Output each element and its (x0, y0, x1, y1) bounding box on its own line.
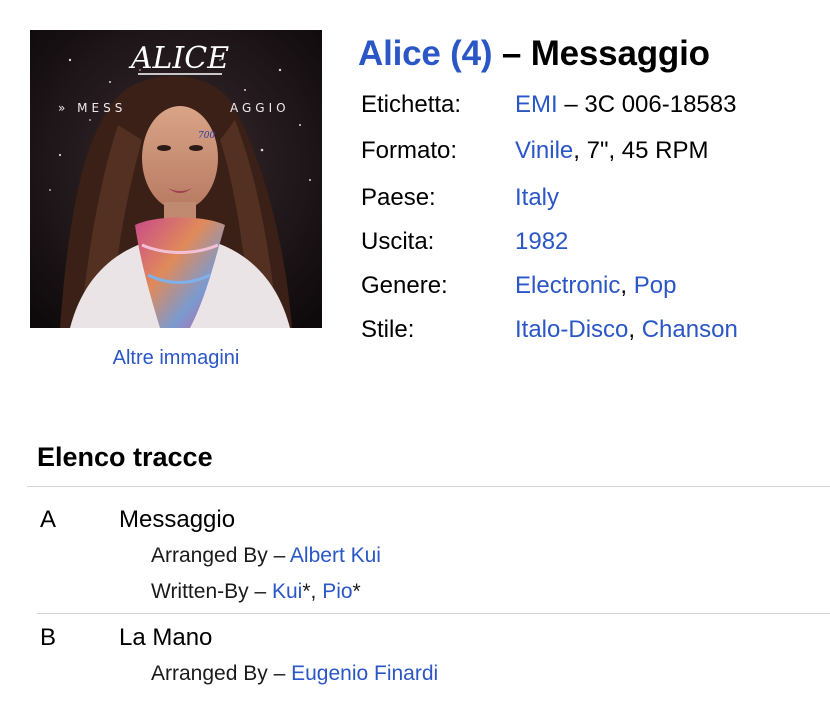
track-position: A (40, 506, 57, 533)
track-title: Messaggio (119, 506, 236, 533)
profile-label-label: Etichetta: (361, 91, 462, 118)
more-images-link[interactable]: Altre immagini (30, 347, 322, 370)
credit-role: Written-By – (151, 580, 272, 603)
title-separator: – (492, 34, 531, 73)
cover-logo: ALICE (128, 41, 229, 76)
genre-link-pop[interactable]: Pop (634, 272, 677, 299)
profile-value-released: 1982 (515, 227, 568, 257)
release-cover-image[interactable]: ALICE » MESS AGGIO 700 (30, 30, 322, 328)
track-title: La Mano (119, 624, 213, 651)
country-link[interactable]: Italy (515, 184, 559, 211)
tracklist-heading: Elenco tracce (37, 442, 213, 472)
profile-label-format: Formato: (361, 137, 458, 164)
cover-title-right: AGGIO (230, 101, 290, 115)
style-link-chanson[interactable]: Chanson (642, 316, 738, 343)
track-divider (37, 613, 830, 614)
genre-separator: , (620, 272, 634, 299)
credit-suffix: *, (302, 580, 323, 603)
credit-artist-link[interactable]: Eugenio Finardi (291, 662, 438, 685)
profile-value-format: Vinile, 7", 45 RPM (515, 136, 709, 166)
style-separator: , (628, 316, 642, 343)
style-link-italo-disco[interactable]: Italo-Disco (515, 316, 628, 343)
label-link[interactable]: EMI (515, 91, 558, 118)
track-credit: Arranged By – Albert Kui (151, 544, 381, 568)
profile-value-label: EMI – 3C 006-18583 (515, 90, 736, 120)
credit-suffix: * (352, 580, 361, 603)
track-position: B (40, 624, 57, 651)
page-title: Alice (4) – Messaggio (358, 34, 710, 74)
catalog-number: – 3C 006-18583 (557, 91, 737, 118)
profile-label-released: Uscita: (361, 228, 435, 255)
artist-link[interactable]: Alice (4) (358, 34, 493, 73)
track-credit: Arranged By – Eugenio Finardi (151, 662, 438, 686)
format-link[interactable]: Vinile (515, 137, 573, 164)
profile-label-style: Stile: (361, 316, 415, 343)
credit-artist-link[interactable]: Albert Kui (290, 544, 381, 567)
profile-label-genre: Genere: (361, 272, 448, 299)
credit-role: Arranged By – (151, 544, 290, 567)
cover-artwork: ALICE » MESS AGGIO 700 (30, 30, 322, 328)
credit-artist-link[interactable]: Kui (272, 580, 302, 603)
release-title: Messaggio (530, 34, 710, 73)
year-link[interactable]: 1982 (515, 228, 568, 255)
tracklist-divider (27, 486, 830, 487)
cover-title-left: » MESS (58, 101, 126, 115)
credit-role: Arranged By – (151, 662, 292, 685)
format-details: , 7", 45 RPM (573, 137, 709, 164)
profile-value-country: Italy (515, 183, 559, 213)
cover-sticker: 700 (198, 131, 215, 141)
credit-artist-link[interactable]: Pio (322, 580, 352, 603)
genre-link-electronic[interactable]: Electronic (515, 272, 620, 299)
profile-label-country: Paese: (361, 184, 436, 211)
track-credit: Written-By – Kui*, Pio* (151, 580, 361, 604)
profile-value-genre: Electronic, Pop (515, 271, 676, 301)
profile-value-style: Italo-Disco, Chanson (515, 315, 738, 345)
